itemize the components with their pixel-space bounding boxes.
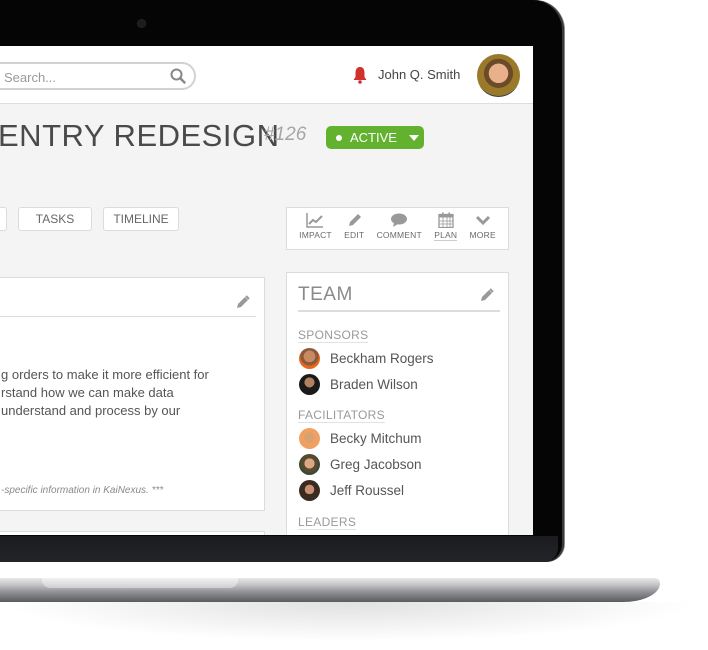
team-member[interactable]: Becky Mitchum bbox=[299, 427, 422, 449]
member-avatar bbox=[299, 479, 320, 501]
caret-down-icon bbox=[408, 134, 419, 141]
search-icon[interactable] bbox=[170, 68, 186, 84]
description-card: g orders to make it more efficient for r… bbox=[0, 277, 265, 511]
edit-team-pencil-icon[interactable] bbox=[480, 288, 494, 302]
member-name: Greg Jacobson bbox=[330, 456, 422, 472]
member-avatar bbox=[299, 373, 320, 395]
divider bbox=[0, 316, 256, 317]
member-name: Beckham Rogers bbox=[330, 350, 434, 366]
section-facilitators: FACILITATORS bbox=[298, 408, 385, 423]
edit-button[interactable]: EDIT bbox=[344, 212, 364, 249]
laptop-shadow bbox=[0, 602, 700, 642]
camera bbox=[138, 20, 145, 27]
laptop-notch bbox=[42, 578, 238, 588]
team-member[interactable]: Beckham Rogers bbox=[299, 347, 434, 369]
status-dropdown[interactable]: ACTIVE bbox=[326, 126, 424, 149]
pencil-icon bbox=[349, 214, 362, 226]
member-avatar bbox=[299, 427, 320, 449]
status-label: ACTIVE bbox=[350, 130, 397, 145]
user-avatar[interactable] bbox=[477, 54, 520, 97]
secondary-card bbox=[0, 531, 265, 535]
status-dot-icon bbox=[336, 134, 342, 141]
tab-previous[interactable] bbox=[0, 207, 7, 231]
team-member[interactable]: Jeff Roussel bbox=[299, 479, 404, 501]
member-avatar bbox=[299, 453, 320, 475]
description-text: g orders to make it more efficient for r… bbox=[1, 366, 263, 420]
member-name: Jeff Roussel bbox=[330, 482, 405, 498]
top-bar: John Q. Smith bbox=[0, 46, 533, 104]
divider bbox=[298, 310, 500, 312]
item-number: #126 bbox=[264, 124, 307, 145]
impact-label: IMPACT bbox=[299, 230, 332, 240]
team-card: TEAM SPONSORS Beckham Rogers Braden Wils… bbox=[286, 272, 509, 535]
speech-bubble-icon bbox=[391, 213, 408, 227]
laptop-chin bbox=[0, 536, 558, 562]
tab-timeline[interactable]: TIMELINE bbox=[103, 207, 179, 231]
search-box[interactable] bbox=[0, 62, 196, 90]
section-leaders: LEADERS bbox=[298, 515, 357, 530]
chevron-down-icon bbox=[475, 215, 490, 226]
page-title: ENTRY REDESIGN bbox=[0, 118, 280, 153]
description-line: g orders to make it more efficient for bbox=[1, 367, 209, 382]
member-name: Braden Wilson bbox=[330, 376, 418, 392]
impact-button[interactable]: IMPACT bbox=[299, 212, 332, 249]
action-toolbar: IMPACT EDIT COMMENT PLAN MORE bbox=[286, 207, 509, 250]
tab-tasks[interactable]: TASKS bbox=[18, 207, 92, 231]
comment-button[interactable]: COMMENT bbox=[377, 212, 422, 249]
plan-label: PLAN bbox=[434, 230, 458, 241]
chart-line-icon bbox=[306, 213, 324, 228]
comment-label: COMMENT bbox=[376, 230, 422, 240]
app-screen: John Q. Smith ENTRY REDESIGN #126 ACTIVE… bbox=[0, 46, 533, 535]
description-line: rstand how we can make data bbox=[1, 385, 174, 400]
user-name[interactable]: John Q. Smith bbox=[378, 67, 460, 82]
plan-button[interactable]: PLAN bbox=[434, 212, 458, 249]
team-title: TEAM bbox=[298, 284, 353, 305]
team-member[interactable]: Braden Wilson bbox=[299, 373, 418, 395]
team-member[interactable]: Greg Jacobson bbox=[299, 453, 422, 475]
more-button[interactable]: MORE bbox=[470, 212, 496, 249]
edit-pencil-icon[interactable] bbox=[236, 295, 250, 309]
section-sponsors: SPONSORS bbox=[298, 328, 369, 343]
calendar-icon bbox=[438, 212, 454, 228]
description-note: -specific information in KaiNexus. *** bbox=[1, 485, 164, 496]
member-avatar bbox=[299, 347, 320, 369]
edit-label: EDIT bbox=[344, 230, 365, 240]
search-input[interactable] bbox=[4, 68, 164, 86]
description-line: understand and process by our bbox=[1, 403, 181, 418]
member-name: Becky Mitchum bbox=[330, 430, 422, 446]
notification-bell-icon[interactable] bbox=[352, 66, 368, 84]
more-label: MORE bbox=[469, 230, 496, 240]
laptop-mockup: John Q. Smith ENTRY REDESIGN #126 ACTIVE… bbox=[0, 0, 708, 650]
